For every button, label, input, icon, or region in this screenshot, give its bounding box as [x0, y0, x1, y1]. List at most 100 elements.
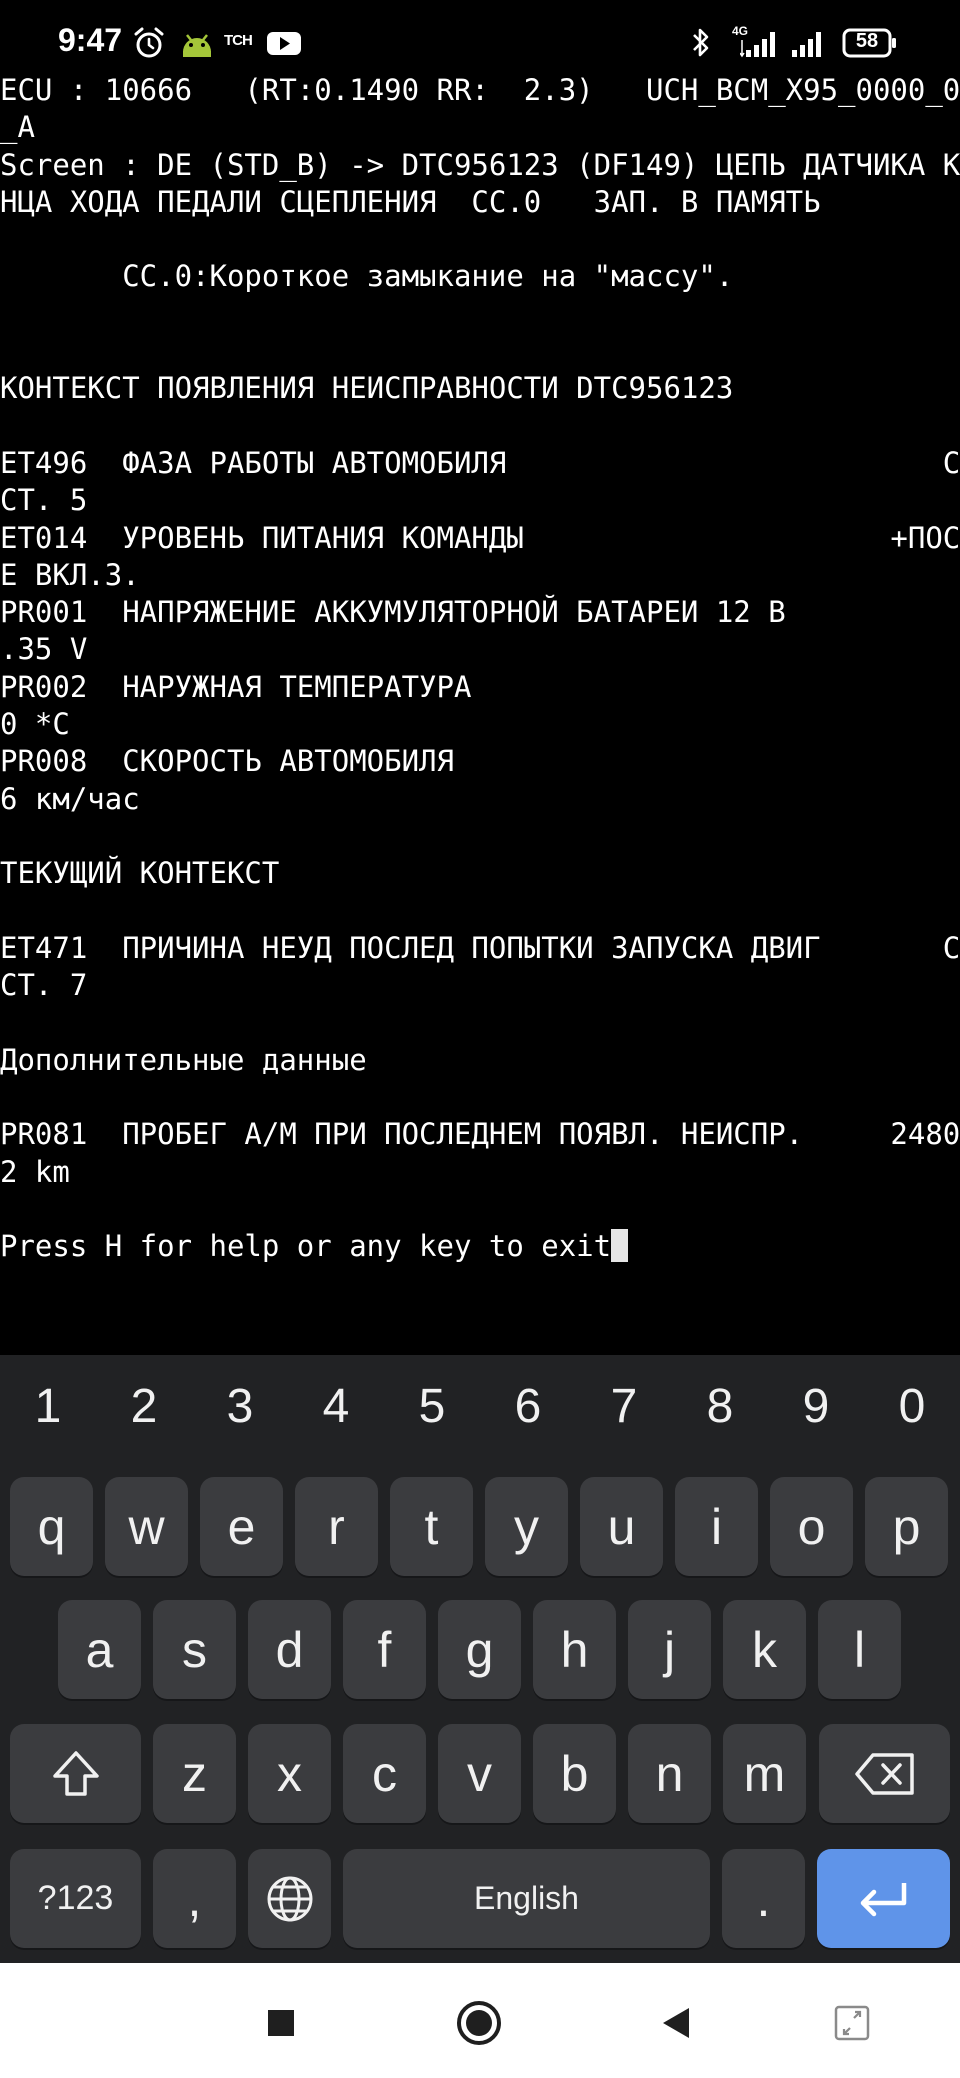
youtube-icon: [267, 32, 301, 55]
letter-key[interactable]: e: [200, 1477, 283, 1576]
terminal-line: СТ. 7: [0, 968, 88, 1003]
terminal-line: Screen : DE (STD_B) -> DTC956123 (DF149)…: [0, 147, 960, 182]
letter-key[interactable]: c: [343, 1724, 426, 1823]
number-key[interactable]: 0: [864, 1379, 960, 1434]
space-key[interactable]: English: [343, 1849, 710, 1948]
globe-icon: [267, 1876, 312, 1921]
terminal-line: ТЕКУЩИЙ КОНТЕКСТ: [0, 856, 280, 891]
signal-icon: [740, 32, 775, 58]
letter-key[interactable]: z: [153, 1724, 236, 1823]
letter-key[interactable]: m: [723, 1724, 806, 1823]
letter-key[interactable]: d: [248, 1600, 331, 1699]
recents-button[interactable]: [251, 1993, 311, 2053]
rotate-button[interactable]: [822, 1993, 882, 2053]
terminal-line: 2 km: [0, 1154, 70, 1189]
letter-key[interactable]: o: [770, 1477, 853, 1576]
backspace-icon: [854, 1752, 914, 1795]
terminal-line: ECU : 10666 (RT:0.1490 RR: 2.3) UCH_BCM_…: [0, 73, 960, 107]
number-key[interactable]: 7: [576, 1379, 672, 1434]
number-key[interactable]: 2: [96, 1379, 192, 1434]
carrier-badge: TCH: [224, 32, 253, 49]
letter-key[interactable]: a: [58, 1600, 141, 1699]
period-key[interactable]: .: [722, 1849, 805, 1948]
letter-key[interactable]: g: [438, 1600, 521, 1699]
terminal-line: _A: [0, 110, 35, 145]
home-button[interactable]: [449, 1993, 509, 2053]
letter-key[interactable]: p: [865, 1477, 948, 1576]
terminal-line: PR002 НАРУЖНАЯ ТЕМПЕРАТУРА: [0, 669, 472, 704]
letter-key[interactable]: x: [248, 1724, 331, 1823]
terminal-prompt: Press H for help or any key to exit: [0, 1229, 612, 1264]
shift-key[interactable]: [10, 1724, 141, 1823]
letter-key[interactable]: b: [533, 1724, 616, 1823]
rotate-screen-icon: [834, 2005, 870, 2041]
terminal-line: .35 V: [0, 632, 88, 667]
back-button[interactable]: [646, 1993, 706, 2053]
number-key[interactable]: 4: [288, 1379, 384, 1434]
terminal-line: Дополнительные данные: [0, 1042, 367, 1077]
shift-icon: [52, 1750, 99, 1796]
enter-key[interactable]: [817, 1849, 950, 1948]
number-key[interactable]: 5: [384, 1379, 480, 1434]
back-triangle-icon: [663, 2008, 689, 2038]
number-key[interactable]: 3: [192, 1379, 288, 1434]
number-key[interactable]: 8: [672, 1379, 768, 1434]
terminal-line: СТ. 5: [0, 483, 88, 518]
status-time: 9:47: [58, 22, 123, 58]
symbols-key[interactable]: ?123: [10, 1849, 141, 1948]
number-key[interactable]: 6: [480, 1379, 576, 1434]
android-icon: [183, 34, 211, 57]
letter-key[interactable]: n: [628, 1724, 711, 1823]
terminal-line: КОНТЕКСТ ПОЯВЛЕНИЯ НЕИСПРАВНОСТИ DTC9561…: [0, 371, 734, 406]
terminal-line: 0 *C: [0, 707, 70, 742]
bluetooth-icon: [693, 28, 709, 57]
terminal-line: НЦА ХОДА ПЕДАЛИ СЦЕПЛЕНИЯ CC.0 ЗАП. В ПА…: [0, 184, 821, 219]
terminal-line: ET471 ПРИЧИНА НЕУД ПОСЛЕД ПОПЫТКИ ЗАПУСК…: [0, 930, 960, 965]
recents-square-icon: [268, 2010, 294, 2036]
terminal-prompt-line: Press H for help or any key to exit: [0, 1228, 960, 1265]
letter-key[interactable]: w: [105, 1477, 188, 1576]
letter-key[interactable]: t: [390, 1477, 473, 1576]
terminal-line: 6 км/час: [0, 781, 140, 816]
letter-key[interactable]: r: [295, 1477, 378, 1576]
terminal-line: ET014 УРОВЕНЬ ПИТАНИЯ КОМАНДЫ +ПОСЛ: [0, 520, 960, 555]
terminal-line: ET496 ФАЗА РАБОТЫ АВТОМОБИЛЯ СО: [0, 445, 960, 480]
letter-key[interactable]: s: [153, 1600, 236, 1699]
letter-key[interactable]: u: [580, 1477, 663, 1576]
language-key[interactable]: [248, 1849, 331, 1948]
terminal-line: CC.0:Короткое замыкание на "массу".: [0, 259, 734, 294]
soft-keyboard: 1234567890 qwertyuiop asdfghjkl zxcvbnm …: [0, 1355, 960, 1963]
letter-key[interactable]: v: [438, 1724, 521, 1823]
terminal-line: PR001 НАПРЯЖЕНИЕ АККУМУЛЯТОРНОЙ БАТАРЕИ …: [0, 595, 960, 630]
home-circle-icon: [457, 2001, 501, 2045]
letter-key[interactable]: q: [10, 1477, 93, 1576]
letter-key[interactable]: f: [343, 1600, 426, 1699]
backspace-key[interactable]: [819, 1724, 950, 1823]
letter-key[interactable]: h: [533, 1600, 616, 1699]
terminal-line: PR008 СКОРОСТЬ АВТОМОБИЛЯ 3: [0, 744, 960, 779]
letter-key[interactable]: l: [818, 1600, 901, 1699]
navigation-bar: [0, 1963, 960, 2078]
comma-key[interactable]: ,: [153, 1849, 236, 1948]
terminal-output[interactable]: ECU : 10666 (RT:0.1490 RR: 2.3) UCH_BCM_…: [0, 72, 960, 1352]
text-cursor: [611, 1229, 629, 1263]
terminal-line: Е ВКЛ.З.: [0, 557, 140, 592]
letter-key[interactable]: j: [628, 1600, 711, 1699]
number-key[interactable]: 9: [768, 1379, 864, 1434]
number-key[interactable]: 1: [0, 1379, 96, 1434]
letter-key[interactable]: k: [723, 1600, 806, 1699]
terminal-lines: ECU : 10666 (RT:0.1490 RR: 2.3) UCH_BCM_…: [0, 72, 960, 1228]
letter-key[interactable]: i: [675, 1477, 758, 1576]
letter-key[interactable]: y: [485, 1477, 568, 1576]
battery-level: 58: [855, 30, 879, 52]
signal-icon-2: [792, 32, 821, 57]
